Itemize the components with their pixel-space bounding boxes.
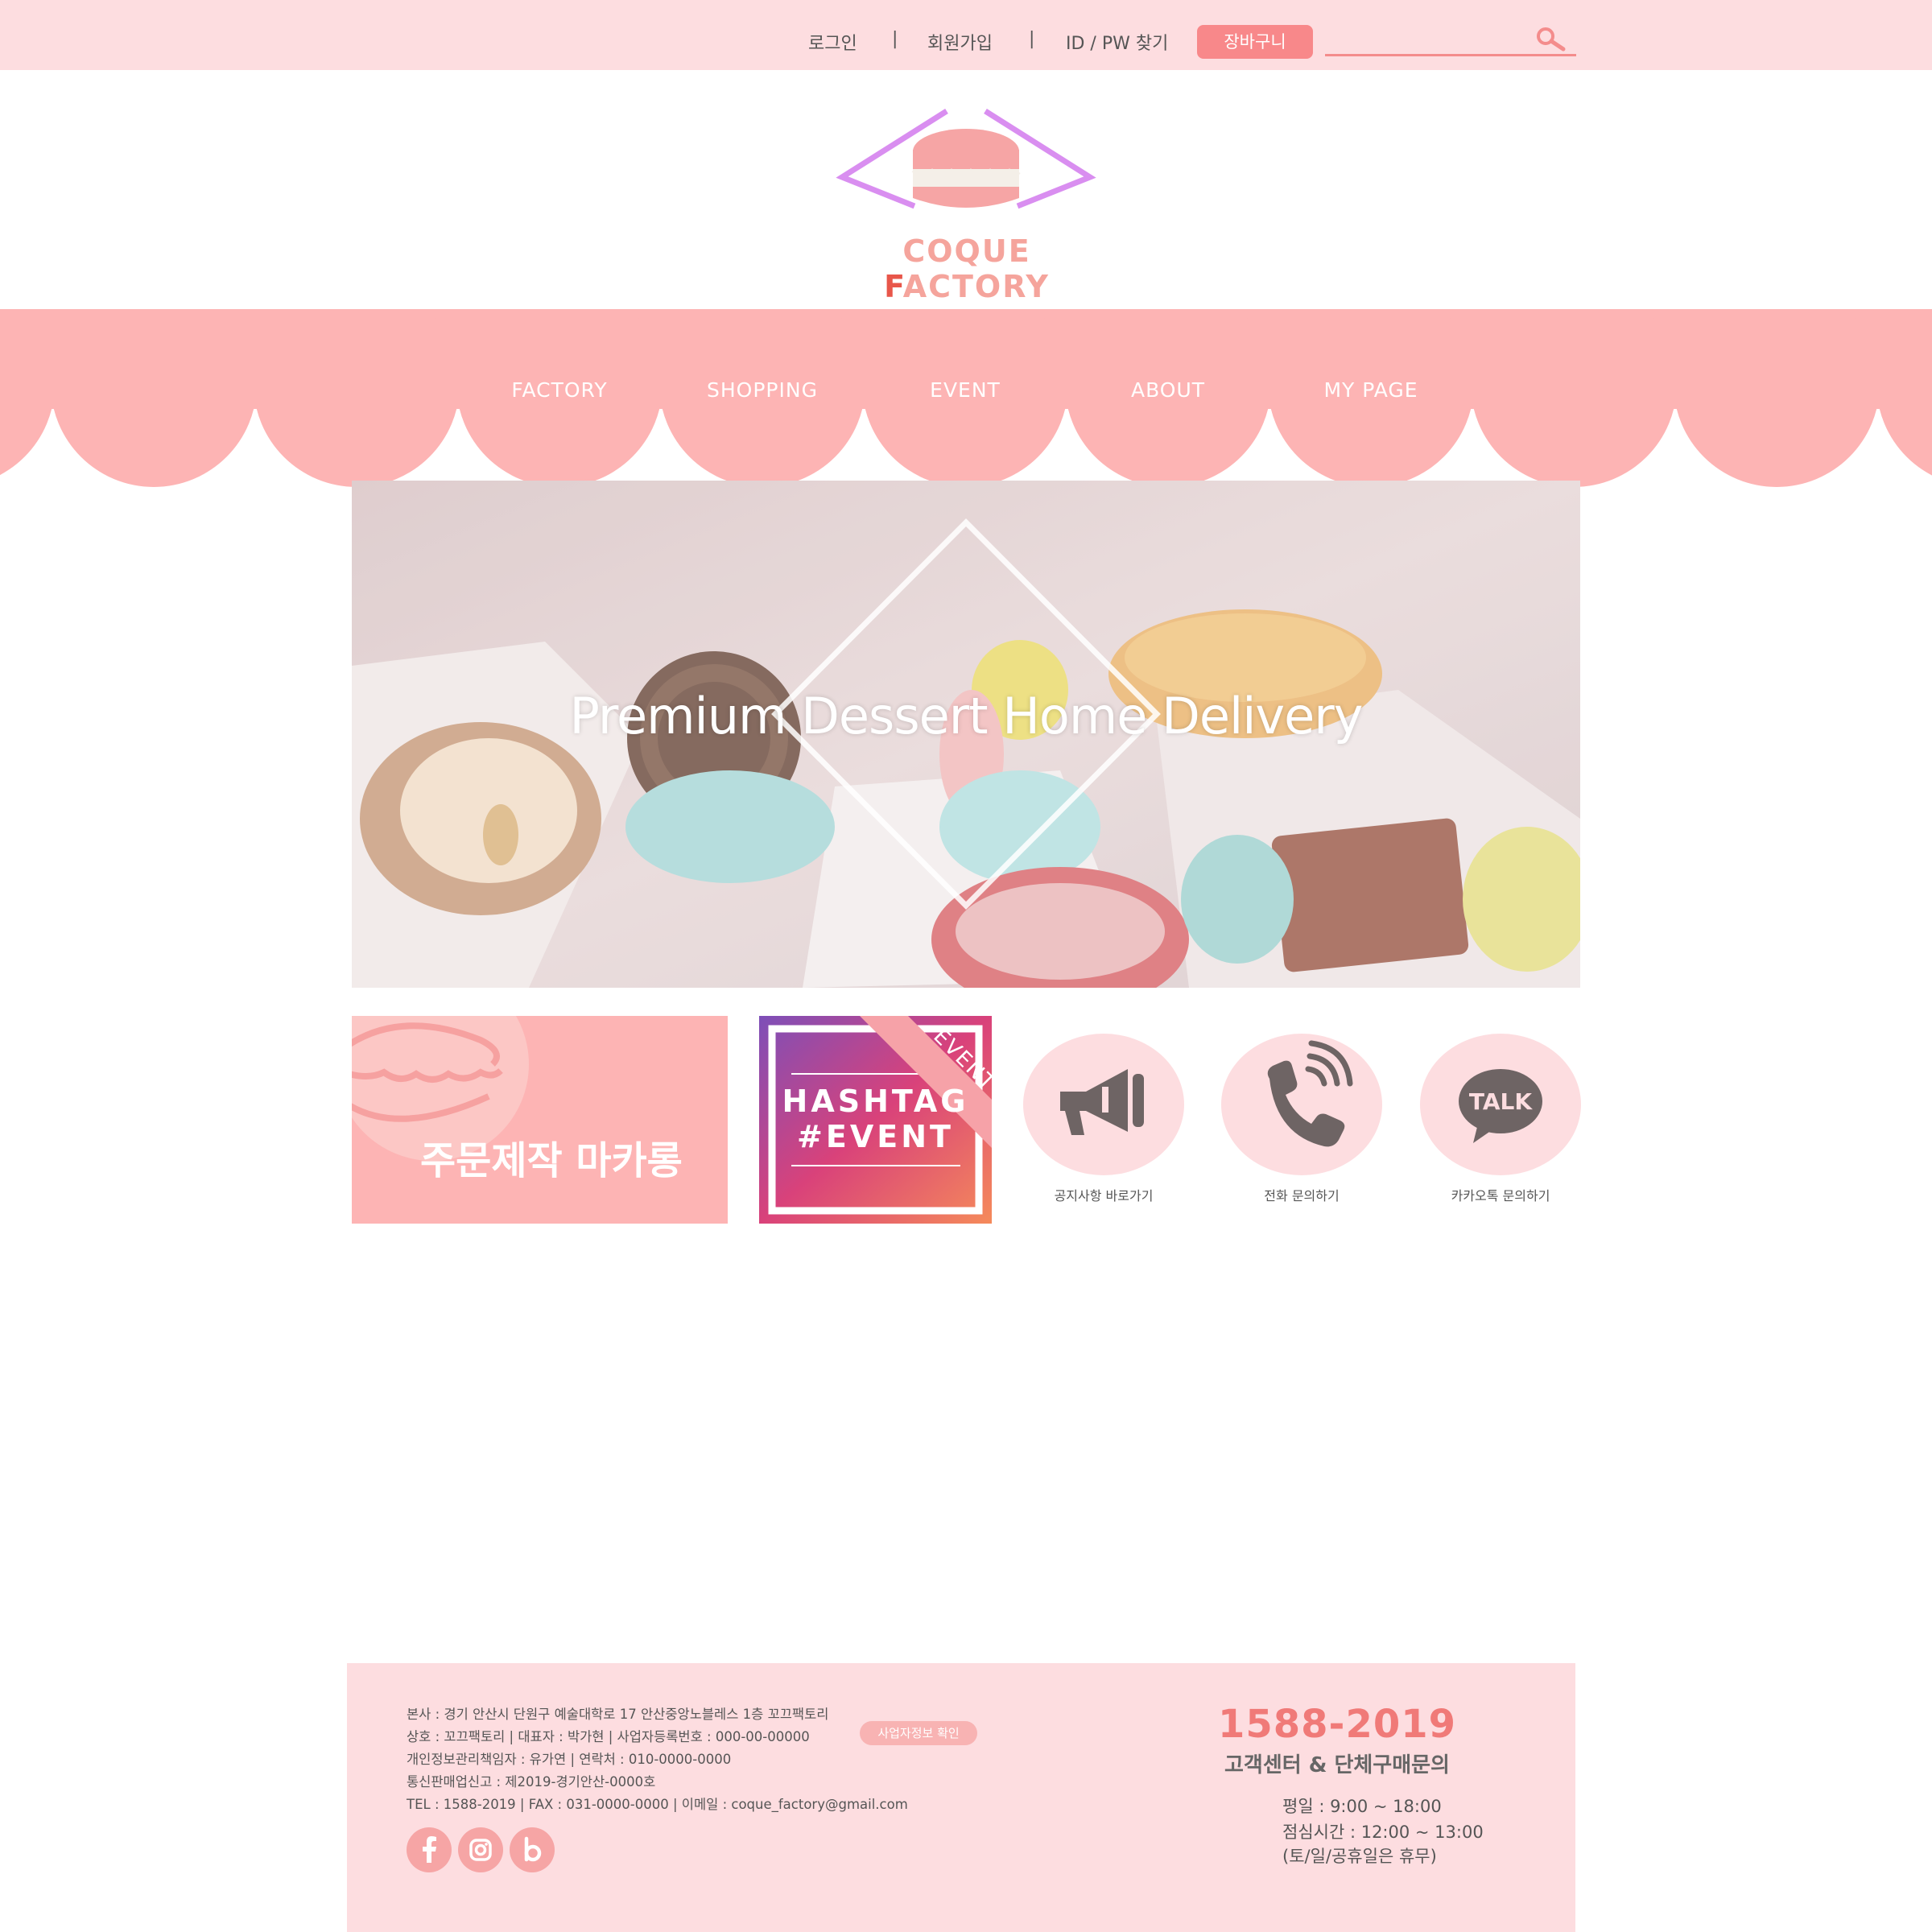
nav-item-event[interactable]: EVENT: [877, 378, 1054, 402]
logo-text-part: COQUE: [902, 233, 1031, 269]
blog-glyph: [524, 1836, 542, 1862]
kakaotalk-quick-link[interactable]: TALK 카카오톡 문의하기: [1420, 1034, 1581, 1211]
cart-button[interactable]: 장바구니: [1197, 25, 1313, 59]
topbar-separator: |: [892, 29, 898, 49]
logo-wordmark: COQUE FACTORY: [834, 233, 1100, 304]
instagram-icon[interactable]: [458, 1827, 503, 1872]
nav-item-shopping[interactable]: SHOPPING: [674, 378, 851, 402]
hero-title: Premium Dessert Home Delivery: [569, 687, 1364, 745]
talk-icon-text: TALK: [1468, 1088, 1533, 1115]
footer-address: 본사 : 경기 안산시 단원구 예술대학로 17 안산중앙노블레스 1층 꼬끄팩…: [407, 1707, 829, 1722]
footer-company: 상호 : 꼬끄팩토리 | 대표자 : 박가현 | 사업자등록번호 : 000-0…: [407, 1729, 810, 1744]
hashtag-subtitle: #EVENT: [797, 1119, 954, 1154]
hashtag-event-banner[interactable]: HASHTAG #EVENT EVENT: [759, 1016, 992, 1224]
top-utility-bar: 로그인 | 회원가입 | ID / PW 찾기 장바구니: [0, 0, 1932, 70]
macaron-logo-icon: [836, 109, 1096, 209]
nav-item-factory[interactable]: FACTORY: [471, 378, 648, 402]
notice-quick-link[interactable]: 공지사항 바로가기: [1023, 1034, 1184, 1211]
hashtag-title: HASHTAG: [782, 1084, 969, 1119]
topbar-separator: |: [1029, 29, 1035, 49]
footer-privacy: 개인정보관리책임자 : 유가연 | 연락처 : 010-0000-0000: [407, 1752, 732, 1767]
login-link[interactable]: 로그인: [808, 29, 857, 55]
custom-macaron-banner[interactable]: 주문제작 마카롱: [352, 1016, 728, 1224]
business-info-button[interactable]: 사업자정보 확인: [860, 1721, 977, 1745]
facebook-icon[interactable]: [407, 1827, 452, 1872]
notice-quick-label: 공지사항 바로가기: [1054, 1188, 1154, 1203]
facebook-glyph: [423, 1836, 436, 1863]
macaron-outline-icon: [352, 1016, 529, 1161]
main-nav: FACTORY SHOPPING EVENT ABOUT MY PAGE: [0, 378, 1932, 414]
phone-icon: [1267, 1040, 1353, 1147]
hours-lunch: 점심시간 : 12:00 ~ 13:00: [1282, 1823, 1484, 1842]
hero-banner[interactable]: Premium Dessert Home Delivery: [352, 481, 1580, 988]
footer-contact: TEL : 1588-2019 | FAX : 031-0000-0000 | …: [407, 1797, 908, 1812]
hours-closed: (토/일/공휴일은 휴무): [1282, 1847, 1437, 1866]
site-logo[interactable]: COQUE FACTORY: [834, 103, 1100, 304]
search-icon[interactable]: [1533, 24, 1570, 56]
kakaotalk-quick-label: 카카오톡 문의하기: [1451, 1188, 1550, 1203]
megaphone-icon: [1060, 1069, 1144, 1135]
find-id-pw-link[interactable]: ID / PW 찾기: [1066, 29, 1168, 55]
hours-weekday: 평일 : 9:00 ~ 18:00: [1282, 1797, 1442, 1816]
nav-item-my-page[interactable]: MY PAGE: [1282, 378, 1459, 402]
customer-service-phone: 1588-2019: [1217, 1702, 1457, 1747]
logo-text-part: ACTORY: [902, 269, 1050, 304]
instagram-glyph: [469, 1839, 492, 1861]
logo-text-accent: F: [884, 269, 903, 304]
footer-ecommerce: 통신판매업신고 : 제2019-경기안산-0000호: [407, 1774, 656, 1790]
custom-macaron-label: 주문제작 마카롱: [420, 1138, 683, 1183]
phone-quick-label: 전화 문의하기: [1264, 1188, 1340, 1203]
signup-link[interactable]: 회원가입: [927, 29, 993, 55]
nav-item-about[interactable]: ABOUT: [1080, 378, 1257, 402]
blog-icon[interactable]: [510, 1827, 555, 1872]
phone-quick-link[interactable]: 전화 문의하기: [1221, 1034, 1382, 1211]
site-footer: 본사 : 경기 안산시 단원구 예술대학로 17 안산중앙노블레스 1층 꼬끄팩…: [347, 1663, 1575, 1932]
customer-service-title: 고객센터 & 단체구매문의: [1224, 1753, 1450, 1777]
